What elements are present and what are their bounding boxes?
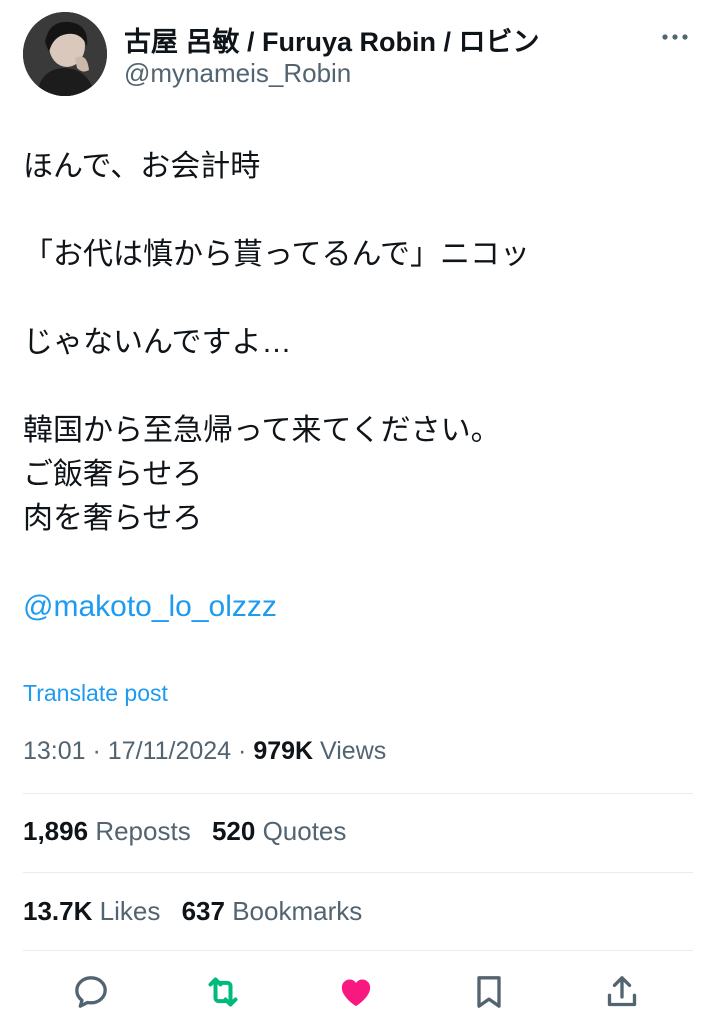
- divider: [23, 950, 693, 951]
- mention-text[interactable]: @makoto_lo_olzzz: [23, 590, 277, 623]
- bookmarks-stat[interactable]: 637 Bookmarks: [182, 896, 363, 926]
- post-time[interactable]: 13:01: [23, 737, 86, 765]
- post-line: ご飯奢らせろ: [23, 458, 203, 491]
- divider: [23, 793, 693, 794]
- likes-count: 13.7K: [23, 896, 93, 926]
- reply-icon: [75, 976, 107, 1008]
- bookmark-button[interactable]: [463, 966, 515, 1018]
- avatar[interactable]: [23, 12, 107, 96]
- post-line: じゃないんですよ…: [23, 326, 292, 359]
- divider: [23, 872, 693, 873]
- reply-button[interactable]: [65, 966, 117, 1018]
- action-bar: [0, 966, 715, 1018]
- likes-stat[interactable]: 13.7K Likes: [23, 896, 160, 926]
- post-text: ほんで、お会計時 「お代は慎から貰ってるんで」ニコッ じゃないんですよ… 韓国か…: [23, 145, 693, 629]
- repost-button[interactable]: [197, 966, 249, 1018]
- meta-separator: ·: [92, 737, 108, 765]
- views-count: 979K: [253, 737, 314, 765]
- reposts-stat[interactable]: 1,896 Reposts: [23, 816, 191, 846]
- avatar-image: [23, 12, 107, 96]
- repost-icon: [208, 977, 238, 1007]
- post-line: 肉を奢らせろ: [23, 502, 203, 535]
- quotes-label: Quotes: [262, 816, 347, 846]
- bookmark-icon: [477, 976, 501, 1008]
- post-meta: 13:01 · 17/11/2024 · 979K Views: [23, 737, 386, 766]
- mention-link[interactable]: @makoto_lo_olzzz: [23, 585, 693, 629]
- post-line: [23, 541, 693, 585]
- meta-separator: ·: [238, 737, 254, 765]
- reposts-count: 1,896: [23, 816, 89, 846]
- translate-post-link[interactable]: Translate post: [23, 680, 168, 707]
- post-line: [23, 277, 693, 321]
- display-name[interactable]: 古屋 呂敏 / Furuya Robin / ロビン: [124, 20, 540, 59]
- post-line: [23, 189, 693, 233]
- reposts-label: Reposts: [95, 816, 191, 846]
- quotes-stat[interactable]: 520 Quotes: [212, 816, 346, 846]
- bookmarks-count: 637: [181, 896, 225, 926]
- user-handle[interactable]: @mynameis_Robin: [124, 58, 351, 89]
- likes-label: Likes: [99, 896, 161, 926]
- stats-row-shares: 1,896 Reposts 520 Quotes: [23, 816, 360, 847]
- stats-row-engagement: 13.7K Likes 637 Bookmarks: [23, 896, 376, 927]
- post-line: ほんで、お会計時: [23, 150, 261, 183]
- like-button[interactable]: [330, 966, 382, 1018]
- post-line: 韓国から至急帰って来てください。: [23, 414, 501, 447]
- post-line: 「お代は慎から貰ってるんで」ニコッ: [23, 238, 530, 271]
- post-line: [23, 365, 693, 409]
- share-button[interactable]: [596, 966, 648, 1018]
- more-options-icon[interactable]: [660, 28, 690, 46]
- share-icon: [607, 976, 637, 1007]
- post-detail: 古屋 呂敏 / Furuya Robin / ロビン @mynameis_Rob…: [0, 0, 715, 1023]
- like-icon: [341, 979, 371, 1007]
- quotes-count: 520: [211, 816, 256, 846]
- views-label: Views: [320, 737, 387, 765]
- bookmarks-label: Bookmarks: [232, 896, 363, 926]
- post-date[interactable]: 17/11/2024: [108, 737, 231, 765]
